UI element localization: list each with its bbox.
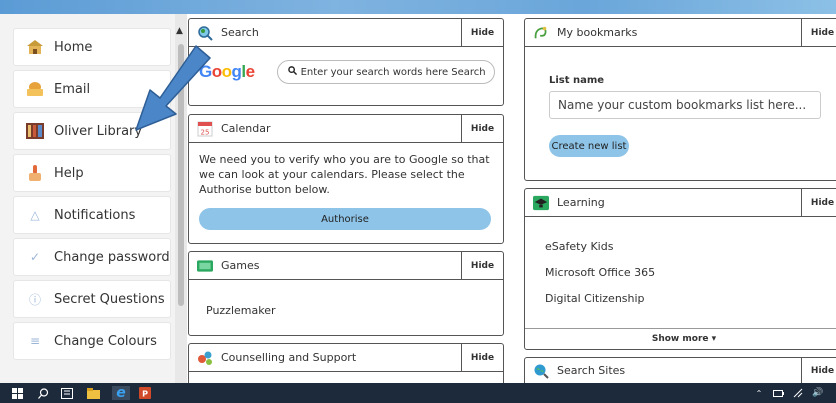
task-view-icon[interactable]	[60, 386, 74, 400]
counselling-panel: Counselling and Support Hide	[188, 343, 504, 388]
question-icon: ⓘ	[28, 292, 41, 307]
learning-link-digital-citizenship[interactable]: Digital Citizenship	[545, 292, 645, 305]
sidebar-item-label: Change password	[54, 249, 170, 265]
home-icon	[24, 38, 46, 56]
sidebar-item-secret-questions[interactable]: ⓘ Secret Questions	[13, 280, 171, 318]
sidebar: Home Email Oliver Library Help △ Notific…	[0, 14, 175, 383]
games-panel: Games Hide Puzzlemaker	[188, 251, 504, 336]
network-icon[interactable]	[792, 386, 804, 400]
list-icon: ≡	[29, 334, 41, 348]
calendar-panel: 25 Calendar Hide We need you to verify w…	[188, 114, 504, 244]
panel-header: Games Hide	[189, 252, 503, 280]
magnifier-icon	[287, 66, 297, 78]
panel-title: Search	[221, 26, 259, 39]
panel-header: Learning Hide	[525, 189, 836, 217]
file-explorer-icon[interactable]	[86, 386, 100, 400]
panel-title: Counselling and Support	[221, 351, 357, 364]
list-name-field[interactable]: Name your custom bookmarks list here...	[549, 91, 821, 119]
panel-header: 25 Calendar Hide	[189, 115, 503, 143]
sidebar-scrollbar[interactable]: ▲	[175, 14, 187, 383]
bell-icon: △	[30, 208, 40, 222]
search-placeholder: Enter your search words here	[300, 66, 449, 78]
help-icon	[24, 164, 46, 182]
hide-button[interactable]: Hide	[801, 189, 836, 216]
create-new-list-button[interactable]: Create new list	[549, 135, 629, 157]
hide-button[interactable]: Hide	[461, 344, 503, 371]
volume-icon[interactable]: 🔊	[810, 386, 826, 400]
hide-button[interactable]: Hide	[801, 358, 836, 383]
library-icon	[24, 122, 46, 140]
panel-title: Search Sites	[557, 364, 626, 377]
calendar-message: We need you to verify who you are to Goo…	[199, 153, 490, 196]
hide-button[interactable]: Hide	[461, 19, 503, 46]
key-icon: ✓	[29, 250, 41, 264]
search-input[interactable]: Enter your search words here Search	[276, 60, 495, 84]
panel-title: Games	[221, 259, 260, 272]
chevron-up-icon[interactable]: ⌃	[754, 386, 764, 400]
svg-text:P: P	[142, 390, 148, 399]
google-search-row: Google Enter your search words here Sear…	[189, 47, 503, 84]
panel-title: Learning	[557, 196, 605, 209]
powerpoint-icon[interactable]: P	[138, 386, 152, 400]
sidebar-item-label: Help	[54, 165, 84, 181]
calendar-date: 25	[201, 128, 210, 136]
panel-title: Calendar	[221, 122, 271, 135]
show-more-button[interactable]: Show more ▾	[525, 328, 836, 348]
globe-search-icon	[533, 363, 549, 379]
support-icon	[197, 350, 213, 366]
graduation-cap-icon	[533, 195, 549, 211]
hide-button[interactable]: Hide	[461, 252, 503, 279]
battery-icon[interactable]	[772, 386, 784, 400]
internet-explorer-icon[interactable]: e	[112, 385, 130, 401]
top-banner	[0, 0, 836, 14]
calendar-icon: 25	[197, 121, 213, 137]
bookmark-icon	[533, 25, 549, 41]
search-icon[interactable]	[36, 386, 50, 400]
bookmarks-panel: My bookmarks Hide List name Name your cu…	[524, 18, 836, 181]
learning-link-microsoft-office-365[interactable]: Microsoft Office 365	[545, 266, 655, 279]
google-logo: Google	[199, 62, 255, 81]
sidebar-item-label: Secret Questions	[54, 291, 165, 307]
sidebar-item-home[interactable]: Home	[13, 28, 171, 66]
search-panel: Search Hide Google Enter your search wor…	[188, 18, 504, 106]
sidebar-item-notifications[interactable]: △ Notifications	[13, 196, 171, 234]
panel-header: Counselling and Support Hide	[189, 344, 503, 372]
sidebar-item-change-password[interactable]: ✓ Change password	[13, 238, 171, 276]
sidebar-item-help[interactable]: Help	[13, 154, 171, 192]
games-icon	[197, 258, 213, 274]
sidebar-item-label: Change Colours	[54, 333, 157, 349]
hide-button[interactable]: Hide	[801, 19, 836, 46]
email-icon	[24, 80, 46, 98]
sidebar-item-change-colours[interactable]: ≡ Change Colours	[13, 322, 171, 360]
panel-header: Search Sites Hide	[525, 358, 836, 384]
hide-button[interactable]: Hide	[461, 115, 503, 142]
scroll-up-icon[interactable]: ▲	[176, 26, 183, 36]
learning-panel: Learning Hide eSafety Kids Microsoft Off…	[524, 188, 836, 350]
panel-header: Search Hide	[189, 19, 503, 47]
panel-header: My bookmarks Hide	[525, 19, 836, 47]
sidebar-item-label: Email	[54, 81, 91, 97]
learning-link-esafety-kids[interactable]: eSafety Kids	[545, 240, 613, 253]
sidebar-item-oliver-library[interactable]: Oliver Library	[13, 112, 171, 150]
scrollbar-thumb[interactable]	[178, 44, 184, 306]
games-link-puzzlemaker[interactable]: Puzzlemaker	[206, 304, 276, 317]
windows-start-icon[interactable]	[10, 386, 24, 400]
panel-title: My bookmarks	[557, 26, 638, 39]
list-name-label: List name	[549, 75, 605, 86]
sidebar-item-label: Notifications	[54, 207, 136, 223]
sidebar-item-label: Oliver Library	[54, 123, 143, 139]
authorise-button[interactable]: Authorise	[199, 208, 491, 230]
list-name-placeholder: Name your custom bookmarks list here...	[558, 98, 807, 112]
taskbar: e P ⌃ 🔊	[0, 383, 836, 403]
search-icon	[197, 25, 213, 41]
sidebar-item-label: Home	[54, 39, 93, 55]
sidebar-item-email[interactable]: Email	[13, 70, 171, 108]
search-button[interactable]: Search	[451, 67, 485, 78]
